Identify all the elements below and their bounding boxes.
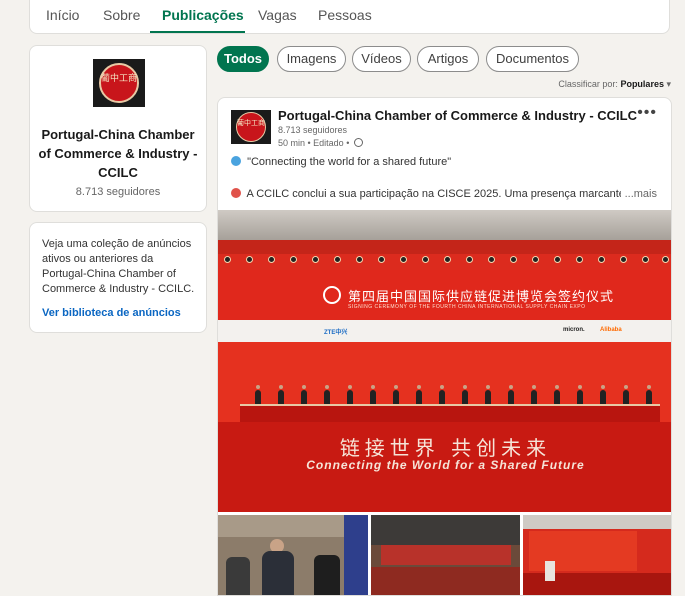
- ads-description: Veja uma coleção de anúncios ativos ou a…: [42, 238, 195, 295]
- post-thumbnail-3[interactable]: [523, 515, 671, 595]
- chevron-down-icon: ▾: [666, 79, 671, 89]
- more-options-button[interactable]: •••: [637, 104, 657, 122]
- globe-icon: [353, 138, 363, 147]
- post-thumbnail-1[interactable]: [218, 515, 368, 595]
- sponsor-logo: Alibaba: [600, 327, 622, 333]
- company-name[interactable]: Portugal-China Chamber of Commerce & Ind…: [38, 125, 198, 182]
- post-thumbnail-2[interactable]: [371, 515, 520, 595]
- tab-inicio[interactable]: Início: [46, 7, 79, 23]
- stage-lights: [218, 250, 671, 266]
- post-card: 葡中工商 Portugal-China Chamber of Commerce …: [217, 97, 672, 596]
- page-tabs: Início Sobre Publicações Vagas Pessoas: [29, 0, 670, 34]
- tab-publicacoes[interactable]: Publicações: [162, 7, 244, 23]
- globe-emoji-icon: [231, 156, 241, 166]
- floor-slogan-en: Connecting the World for a Shared Future: [306, 458, 585, 472]
- ads-library-link[interactable]: Ver biblioteca de anúncios: [42, 307, 181, 319]
- post-main-image[interactable]: 第四届中国国际供应链促进博览会签约仪式 SIGNING CEREMONY OF …: [218, 210, 671, 512]
- post-author-followers: 8.713 seguidores: [278, 125, 348, 135]
- post-author-logo[interactable]: 葡中工商: [231, 110, 271, 144]
- sponsor-logo: ZTE中兴: [324, 330, 348, 336]
- target-emoji-icon: [231, 188, 241, 198]
- company-logo[interactable]: 葡中工商: [93, 59, 145, 107]
- sort-selector[interactable]: Classificar por: Populares ▾: [558, 79, 671, 90]
- post-text-line: A CCILC conclui a sua participação na CI…: [231, 188, 628, 200]
- tab-vagas[interactable]: Vagas: [258, 7, 297, 23]
- filter-imagens[interactable]: Imagens: [277, 46, 346, 72]
- post-body: A CCILC conclui a sua participação na CI…: [246, 188, 628, 200]
- expo-emblem-icon: [323, 286, 341, 304]
- see-more-button[interactable]: ...mais: [620, 188, 657, 200]
- sort-label: Classificar por:: [558, 79, 618, 89]
- company-card: 葡中工商 Portugal-China Chamber of Commerce …: [29, 45, 207, 212]
- post-author-name[interactable]: Portugal-China Chamber of Commerce & Ind…: [278, 108, 637, 123]
- filter-documentos[interactable]: Documentos: [486, 46, 579, 72]
- signing-participants: [253, 385, 653, 405]
- sponsor-logo: micron.: [563, 327, 585, 333]
- company-followers: 8.713 seguidores: [75, 186, 161, 198]
- post-logo-text: 葡中工商: [237, 119, 265, 127]
- sort-value: Populares: [620, 79, 664, 89]
- tab-sobre[interactable]: Sobre: [103, 7, 140, 23]
- ads-card: Veja uma coleção de anúncios ativos ou a…: [29, 222, 207, 333]
- filter-todos[interactable]: Todos: [217, 46, 269, 72]
- post-meta: 50 min • Editado •: [278, 138, 363, 148]
- filter-videos[interactable]: Vídeos: [352, 46, 411, 72]
- filter-artigos[interactable]: Artigos: [417, 46, 479, 72]
- logo-text: 葡中工商: [101, 74, 138, 84]
- banner-subtitle-en: SIGNING CEREMONY OF THE FOURTH CHINA INT…: [348, 304, 586, 310]
- post-text-line: "Connecting the world for a shared futur…: [231, 156, 451, 168]
- signing-table: [240, 404, 660, 422]
- active-tab-indicator: [150, 31, 245, 33]
- tab-pessoas[interactable]: Pessoas: [318, 7, 372, 23]
- post-quote: "Connecting the world for a shared futur…: [247, 156, 452, 168]
- post-timestamp: 50 min • Editado •: [278, 138, 350, 148]
- banner-title-cn: 第四届中国国际供应链促进博览会签约仪式: [348, 290, 615, 305]
- floor-slogan-cn: 链接世界 共创未来: [339, 436, 552, 460]
